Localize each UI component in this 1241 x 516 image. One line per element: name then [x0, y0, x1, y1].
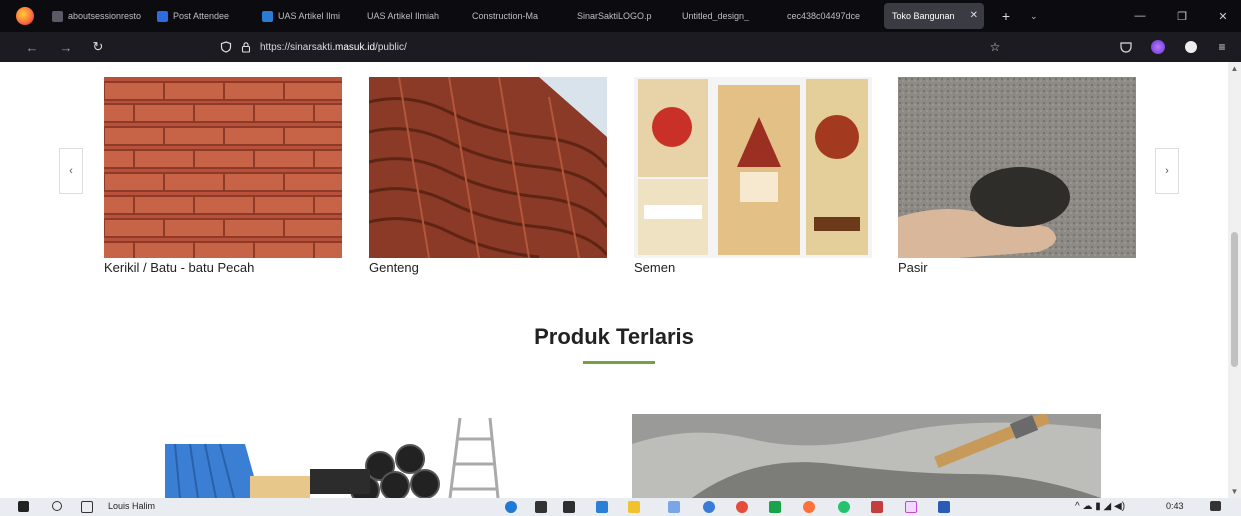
- scroll-up-icon[interactable]: ▲: [1230, 64, 1239, 73]
- hamburger-menu-icon[interactable]: ≡: [1212, 37, 1232, 57]
- url-prefix: https://sinarsakti.: [260, 41, 336, 53]
- category-card[interactable]: Pasir: [898, 77, 1136, 275]
- star-icon[interactable]: ☆: [985, 37, 1005, 57]
- cement-bags-image[interactable]: [634, 77, 872, 258]
- clock[interactable]: 0:43: [1166, 501, 1184, 511]
- carousel-prev-button[interactable]: ‹: [59, 148, 83, 194]
- restore-icon[interactable]: ❐: [1164, 0, 1200, 32]
- account-icon[interactable]: [1148, 37, 1168, 57]
- category-caption[interactable]: Pasir: [898, 260, 1136, 275]
- page-scrollbar[interactable]: ▲ ▼: [1228, 62, 1241, 498]
- tab-label: cec438c04497dce: [787, 11, 861, 21]
- category-card[interactable]: Genteng: [369, 77, 607, 275]
- category-card[interactable]: Kerikil / Batu - batu Pecah: [104, 77, 342, 275]
- tab-label: Toko Bangunan: [892, 11, 955, 21]
- category-caption[interactable]: Genteng: [369, 260, 607, 275]
- browser-tab[interactable]: UAS Artikel Ilmiah: [359, 0, 464, 32]
- minimize-icon[interactable]: —: [1122, 0, 1158, 32]
- close-window-icon[interactable]: ✕: [1205, 0, 1241, 32]
- webpage-content: ‹ › Kerikil / Batu - batu Pecah Genteng …: [0, 62, 1228, 498]
- teams-icon[interactable]: [769, 501, 781, 513]
- product-image-building-materials[interactable]: [160, 414, 560, 498]
- photos-icon[interactable]: [668, 501, 680, 513]
- vscode-icon[interactable]: [596, 501, 608, 513]
- reload-icon[interactable]: ↻: [88, 37, 108, 57]
- tab-label: UAS Artikel Ilmi: [278, 11, 341, 21]
- file-explorer-icon[interactable]: [628, 501, 640, 513]
- taskbar-username: Louis Halim: [108, 501, 156, 511]
- category-card[interactable]: Semen: [634, 77, 872, 275]
- mail-icon[interactable]: [563, 501, 575, 513]
- windows-start-icon[interactable]: [18, 501, 29, 512]
- section-title-underline: [583, 361, 655, 364]
- browser-tab[interactable]: aboutsessionresto: [44, 0, 149, 32]
- tab-label: aboutsessionresto: [68, 11, 141, 21]
- url-host: masuk.id: [335, 41, 376, 53]
- task-view-icon[interactable]: [81, 501, 93, 513]
- arrow-left-icon[interactable]: ←: [22, 37, 42, 57]
- navigation-toolbar: ← → ↻ https://sinarsakti.masuk.id/public…: [0, 32, 1241, 62]
- list-tabs-button[interactable]: ⌄: [1030, 11, 1038, 22]
- roof-tiles-image[interactable]: [369, 77, 607, 258]
- whatsapp-icon[interactable]: [838, 501, 850, 513]
- sand-image[interactable]: [898, 77, 1136, 258]
- carousel-next-button[interactable]: ›: [1155, 148, 1179, 194]
- url-text: https://sinarsakti.masuk.id/public/: [260, 42, 407, 53]
- tab-favicon-icon: [52, 10, 63, 22]
- arrow-right-icon[interactable]: →: [56, 37, 76, 57]
- system-tray-icons[interactable]: ^ ☁ ▮ ◢ ◀): [1075, 501, 1125, 512]
- word-icon[interactable]: [938, 501, 950, 513]
- windows-taskbar: Louis Halim ^ ☁ ▮ ◢ ◀) 0:43: [0, 498, 1241, 516]
- pocket-icon[interactable]: [1116, 37, 1136, 57]
- app-window-icon[interactable]: [905, 501, 917, 513]
- new-tab-button[interactable]: +: [996, 8, 1016, 24]
- tab-favicon-icon: [262, 10, 273, 22]
- close-tab-icon[interactable]: ✕: [970, 10, 978, 21]
- browser-tab[interactable]: Untitled_design_: [674, 0, 779, 32]
- tracking-shield-icon[interactable]: [220, 41, 232, 53]
- scrollbar-thumb[interactable]: [1231, 232, 1238, 367]
- address-bar[interactable]: https://sinarsakti.masuk.id/public/: [214, 35, 1010, 59]
- tab-label: Post Attendee: [173, 11, 230, 21]
- bricks-image[interactable]: [104, 77, 342, 258]
- tab-label: Untitled_design_: [682, 11, 750, 21]
- browser-tab[interactable]: SinarSaktiLOGO.p: [569, 0, 674, 32]
- app-icon[interactable]: [703, 501, 715, 513]
- category-caption[interactable]: Semen: [634, 260, 872, 275]
- firefox-taskbar-icon[interactable]: [803, 501, 815, 513]
- browser-tab[interactable]: Post Attendee: [149, 0, 254, 32]
- notification-icon[interactable]: [1210, 501, 1221, 511]
- scroll-down-icon[interactable]: ▼: [1230, 487, 1239, 496]
- edge-icon[interactable]: [505, 501, 517, 513]
- category-caption[interactable]: Kerikil / Batu - batu Pecah: [104, 260, 342, 275]
- tab-strip: aboutsessionresto Post Attendee UAS Arti…: [0, 0, 1241, 32]
- tab-label: UAS Artikel Ilmiah: [367, 11, 440, 21]
- store-icon[interactable]: [535, 501, 547, 513]
- lock-icon[interactable]: [240, 41, 252, 53]
- tab-label: SinarSaktiLOGO.p: [577, 11, 652, 21]
- section-title: Produk Terlaris: [534, 324, 694, 349]
- browser-tab[interactable]: cec438c04497dce: [779, 0, 884, 32]
- browser-tab[interactable]: Construction-Ma: [464, 0, 569, 32]
- browser-tab-active[interactable]: Toko Bangunan ✕: [884, 3, 984, 29]
- extension-icon[interactable]: [1181, 37, 1201, 57]
- search-icon[interactable]: [52, 501, 62, 511]
- browser-tab[interactable]: UAS Artikel Ilmi: [254, 0, 359, 32]
- app-grid-icon[interactable]: [871, 501, 883, 513]
- tab-favicon-icon: [157, 10, 168, 22]
- chrome-icon[interactable]: [736, 501, 748, 513]
- product-image-cement-mix[interactable]: [632, 414, 1101, 498]
- url-suffix: /public/: [375, 41, 407, 53]
- firefox-logo-icon: [16, 7, 34, 25]
- tab-label: Construction-Ma: [472, 11, 539, 21]
